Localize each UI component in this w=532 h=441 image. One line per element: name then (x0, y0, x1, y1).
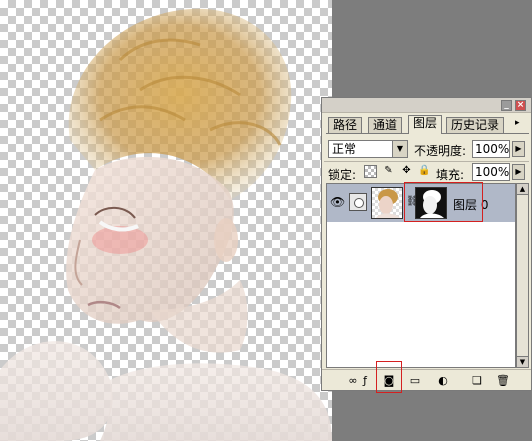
minimize-button[interactable]: _ (501, 100, 512, 111)
new-group-icon[interactable]: ▭ (406, 373, 424, 388)
opacity-label: 不透明度: (414, 144, 467, 158)
palette-menu-icon[interactable]: ▸ (515, 118, 525, 130)
blend-mode-select[interactable]: 正常 ▼ (328, 140, 408, 158)
new-layer-icon[interactable]: ❏ (468, 373, 486, 388)
divider (324, 161, 529, 162)
tab-history[interactable]: 历史记录 (446, 117, 505, 133)
lock-label: 锁定: (328, 168, 357, 182)
layer-mask-thumbnail[interactable] (415, 187, 447, 219)
mask-thumbnail-icon (420, 190, 444, 218)
fill-slider-button[interactable]: ▶ (512, 164, 525, 180)
lock-brush-icon[interactable]: ✎ (382, 165, 395, 178)
opacity-input[interactable]: 100% (472, 140, 510, 158)
chain-link-icon[interactable]: ⛓ (406, 195, 419, 209)
adjustment-layer-icon[interactable]: ◐ (434, 373, 452, 388)
blend-mode-value: 正常 (332, 142, 357, 156)
lock-all-icon[interactable]: 🔒 (418, 165, 431, 178)
delete-layer-icon[interactable]: 🗑 (494, 373, 512, 388)
layer-thumbnail[interactable] (371, 187, 403, 219)
layer-style-icon[interactable]: ƒ (356, 373, 374, 388)
fill-label: 填充: (436, 168, 465, 182)
layers-palette: _ × 路径 通道 图层 历史记录 ▸ 正常 ▼ 不透明度: 100% ▶ 锁定… (321, 97, 532, 391)
lock-move-icon[interactable]: ✥ (400, 165, 413, 178)
add-layer-mask-icon[interactable]: ◙ (380, 373, 398, 388)
layer-mask-link-icon[interactable] (349, 193, 367, 211)
layer-name[interactable]: 图层 0 (453, 196, 488, 213)
lock-transparency-icon[interactable] (364, 165, 377, 178)
portrait-thumbnail-icon (376, 189, 400, 218)
fill-input[interactable]: 100% (472, 163, 510, 181)
scrollbar[interactable]: ▲ ▼ (516, 183, 529, 368)
document-canvas[interactable] (0, 0, 332, 441)
portrait-image (0, 8, 332, 441)
close-button[interactable]: × (515, 100, 526, 111)
palette-titlebar[interactable]: _ × (322, 98, 531, 113)
eye-icon[interactable]: 👁 (330, 195, 345, 209)
scroll-down-icon[interactable]: ▼ (517, 356, 528, 367)
tab-paths[interactable]: 路径 (328, 117, 363, 133)
palette-bottom-toolbar: ∞ ƒ ◙ ▭ ◐ ❏ 🗑 (322, 369, 531, 390)
layer-list: 👁 ⛓ 图层 0 (326, 183, 516, 368)
scroll-up-icon[interactable]: ▲ (517, 184, 528, 195)
tab-channels[interactable]: 通道 (368, 117, 403, 133)
tab-layers[interactable]: 图层 (408, 115, 443, 134)
layer-row[interactable]: 👁 ⛓ 图层 0 (327, 184, 515, 222)
palette-tabs: 路径 通道 图层 历史记录 ▸ (326, 115, 529, 134)
opacity-slider-button[interactable]: ▶ (512, 141, 525, 157)
chevron-down-icon[interactable]: ▼ (392, 141, 407, 157)
